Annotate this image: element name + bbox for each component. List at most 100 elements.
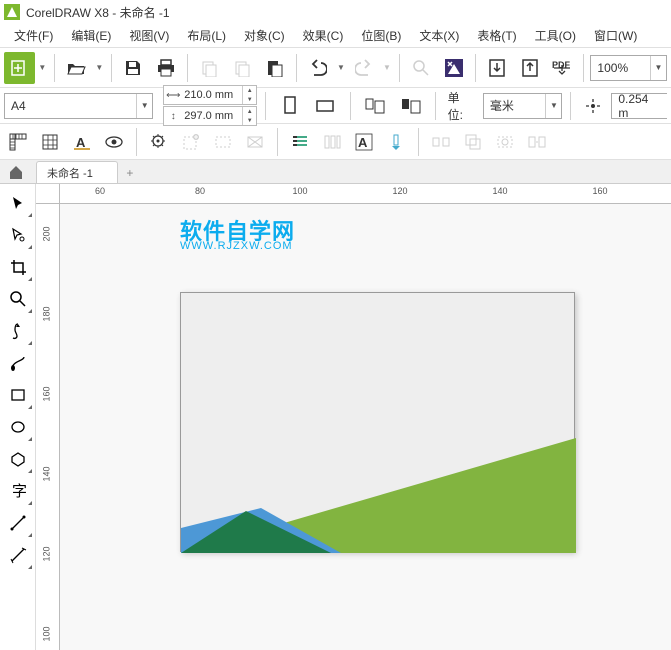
polygon-tool[interactable] — [3, 444, 33, 474]
svg-text:A: A — [358, 135, 368, 150]
zoom-tool[interactable] — [3, 284, 33, 314]
rectangle-tool[interactable] — [3, 380, 33, 410]
ungroup-button[interactable] — [459, 128, 487, 156]
menu-layout[interactable]: 布局(L) — [179, 25, 234, 46]
open-dropdown[interactable]: ▼ — [94, 52, 105, 84]
direction-button[interactable] — [382, 128, 410, 156]
page-size-value: A4 — [5, 99, 136, 113]
new-button[interactable] — [4, 52, 35, 84]
grid-button[interactable] — [36, 128, 64, 156]
gear-button[interactable] — [145, 128, 173, 156]
crossed-rect-button[interactable] — [241, 128, 269, 156]
units-value: 毫米 — [484, 97, 546, 114]
zoom-dropdown-icon[interactable]: ▼ — [650, 56, 666, 80]
text-a-button[interactable]: A — [68, 128, 96, 156]
publish-button[interactable] — [514, 52, 545, 84]
spin-down-icon[interactable]: ▼ — [242, 116, 256, 125]
search-button[interactable] — [406, 52, 437, 84]
nudge-value: 0.254 m — [612, 92, 667, 120]
open-button[interactable] — [61, 52, 92, 84]
page-width-input[interactable]: ⟷ 210.0 mm ▲▼ — [163, 85, 257, 105]
save-button[interactable] — [118, 52, 149, 84]
page-height-input[interactable]: ↕ 297.0 mm ▲▼ — [163, 106, 257, 126]
document-tabs: 未命名 -1 + — [0, 160, 671, 184]
landscape-button[interactable] — [310, 90, 342, 122]
ruler-horizontal[interactable]: 60 80 100 120 140 160 — [60, 184, 671, 204]
freehand-tool[interactable] — [3, 316, 33, 346]
units-dropdown-icon[interactable]: ▼ — [545, 94, 561, 118]
artistic-media-tool[interactable] — [3, 348, 33, 378]
menu-view[interactable]: 视图(V) — [121, 25, 177, 46]
add-object-button[interactable] — [177, 128, 205, 156]
break-button[interactable] — [523, 128, 551, 156]
ruler-vertical[interactable]: 200 180 160 140 120 100 — [36, 204, 60, 650]
svg-text:A: A — [76, 135, 86, 150]
redo-dropdown[interactable]: ▼ — [381, 52, 392, 84]
menu-object[interactable]: 对象(C) — [236, 25, 293, 46]
text-tool[interactable]: 字 — [3, 476, 33, 506]
group-align-button[interactable] — [427, 128, 455, 156]
import-button[interactable] — [438, 52, 469, 84]
units-combo[interactable]: 毫米 ▼ — [483, 93, 563, 119]
eye-button[interactable] — [100, 128, 128, 156]
menu-text[interactable]: 文本(X) — [411, 25, 467, 46]
redo-button[interactable] — [349, 52, 380, 84]
height-icon: ↕ — [164, 111, 182, 122]
cut-button[interactable] — [194, 52, 225, 84]
ruler-tick: 120 — [42, 546, 52, 561]
undo-dropdown[interactable]: ▼ — [335, 52, 346, 84]
portrait-button[interactable] — [274, 90, 306, 122]
ruler-tick: 100 — [42, 626, 52, 641]
paste-button[interactable] — [259, 52, 290, 84]
tab-doc1[interactable]: 未命名 -1 — [36, 161, 118, 183]
canvas-area[interactable]: 60 80 100 120 140 160 200 180 160 140 12… — [36, 184, 671, 650]
current-page-button[interactable] — [395, 90, 427, 122]
menu-table[interactable]: 表格(T) — [469, 25, 524, 46]
ellipse-tool[interactable] — [3, 412, 33, 442]
line-tool[interactable] — [3, 508, 33, 538]
zoom-combo[interactable]: 100% ▼ — [590, 55, 667, 81]
grid-ruler-button[interactable] — [4, 128, 32, 156]
menu-window[interactable]: 窗口(W) — [586, 25, 645, 46]
home-icon[interactable] — [8, 164, 24, 180]
page-size-dropdown-icon[interactable]: ▼ — [136, 94, 152, 118]
spin-up-icon[interactable]: ▲ — [242, 86, 256, 95]
align-list-button[interactable] — [286, 128, 314, 156]
tab-add-button[interactable]: + — [120, 163, 140, 183]
export-button[interactable] — [482, 52, 513, 84]
copy-button[interactable] — [227, 52, 258, 84]
crop-tool[interactable] — [3, 252, 33, 282]
property-bar: A4 ▼ ⟷ 210.0 mm ▲▼ ↕ 297.0 mm ▲▼ 单位: 毫米 … — [0, 88, 671, 124]
ruler-tick: 140 — [42, 466, 52, 481]
all-pages-button[interactable] — [359, 90, 391, 122]
page-size-combo[interactable]: A4 ▼ — [4, 93, 153, 119]
nudge-icon — [579, 92, 607, 120]
columns-button[interactable] — [318, 128, 346, 156]
menu-tools[interactable]: 工具(O) — [527, 25, 584, 46]
pick-tool[interactable] — [3, 188, 33, 218]
canvas[interactable]: 软件自学网 WWW.RJZXW.COM — [60, 204, 671, 650]
ruler-tick: 120 — [392, 186, 407, 196]
spin-down-icon[interactable]: ▼ — [242, 95, 256, 104]
nudge-input[interactable]: 0.254 m — [611, 93, 667, 119]
menu-edit[interactable]: 编辑(E) — [63, 25, 119, 46]
text-a2-button[interactable]: A — [350, 128, 378, 156]
menu-bitmap[interactable]: 位图(B) — [353, 25, 409, 46]
ruler-tick: 180 — [42, 306, 52, 321]
new-dropdown[interactable]: ▼ — [37, 52, 48, 84]
combine-button[interactable] — [491, 128, 519, 156]
spin-up-icon[interactable]: ▲ — [242, 107, 256, 116]
dashed-rect-button[interactable] — [209, 128, 237, 156]
pdf-button[interactable]: PDF — [547, 52, 578, 84]
dimension-tool[interactable] — [3, 540, 33, 570]
shape-tool[interactable] — [3, 220, 33, 250]
menu-file[interactable]: 文件(F) — [6, 25, 61, 46]
ruler-origin[interactable] — [36, 184, 60, 204]
undo-button[interactable] — [303, 52, 334, 84]
page[interactable] — [180, 292, 575, 552]
ruler-tick: 160 — [592, 186, 607, 196]
print-button[interactable] — [151, 52, 182, 84]
ruler-tick: 80 — [195, 186, 205, 196]
menu-effects[interactable]: 效果(C) — [295, 25, 352, 46]
standard-toolbar: ▼ ▼ ▼ ▼ PDF 100% ▼ — [0, 48, 671, 88]
